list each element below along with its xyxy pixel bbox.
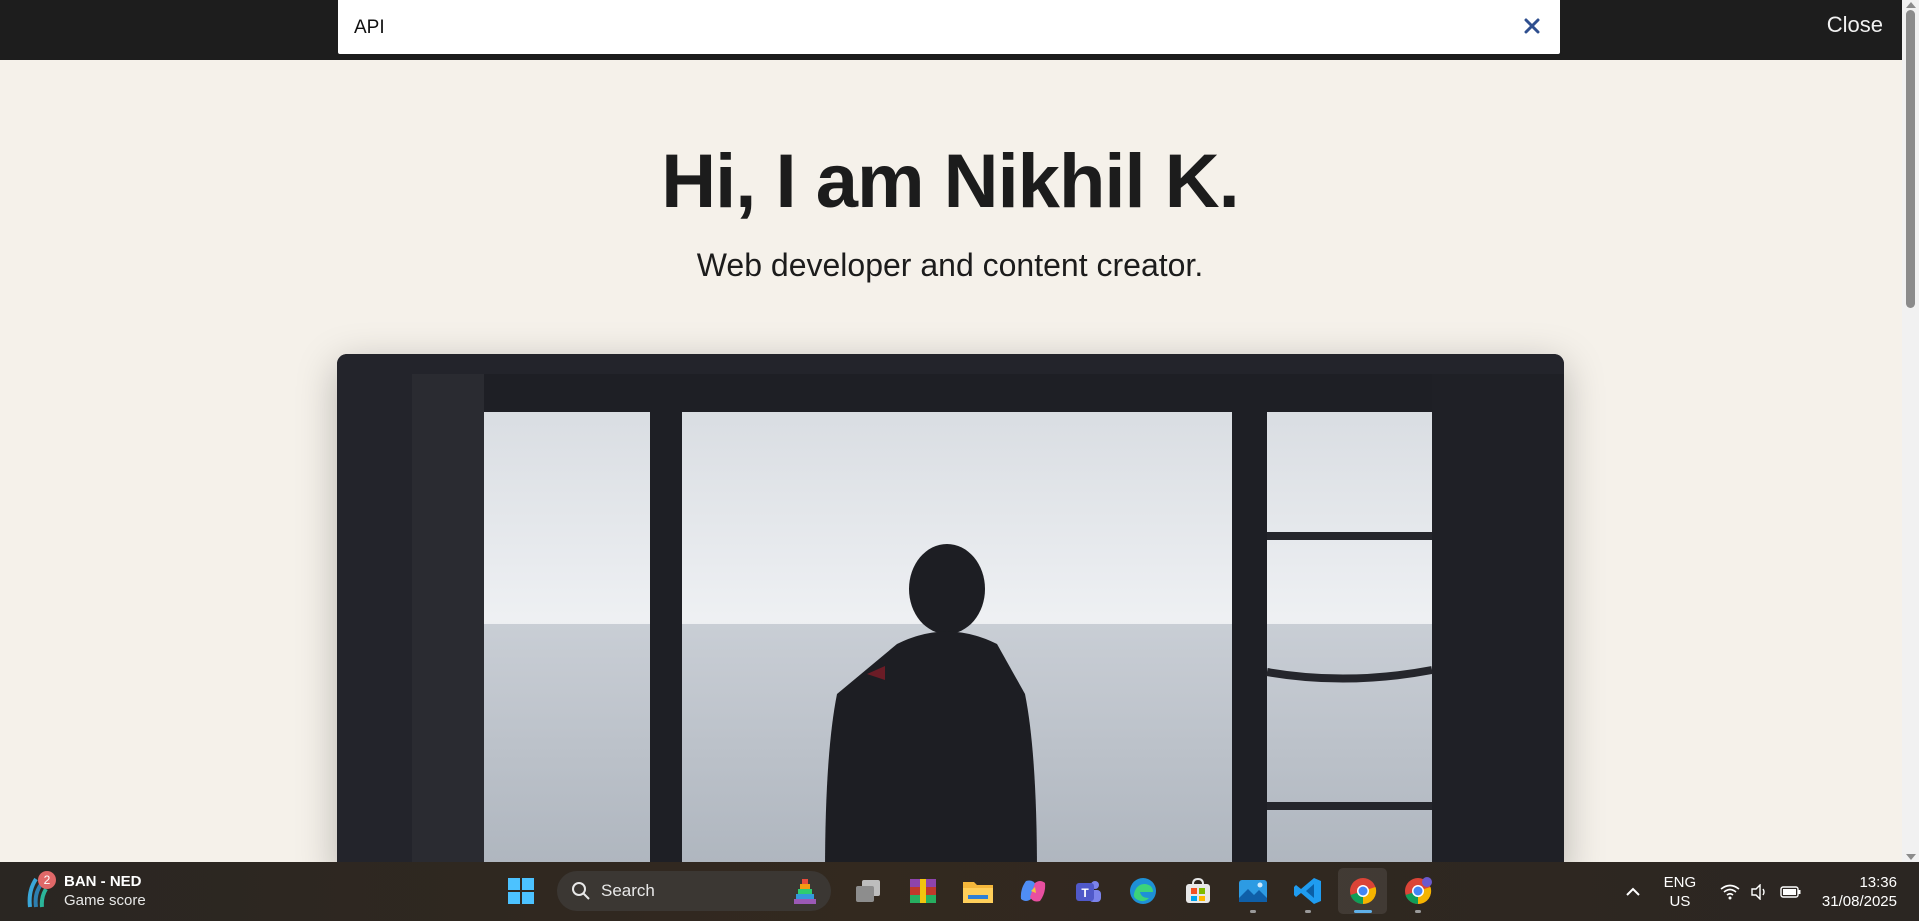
cricket-icon: 2	[24, 871, 56, 909]
hero-subtitle: Web developer and content creator.	[696, 247, 1204, 283]
vscode-button[interactable]	[1283, 868, 1332, 914]
edge-button[interactable]	[1118, 868, 1167, 914]
chrome-profile-icon	[1404, 877, 1432, 905]
show-hidden-icons-button[interactable]	[1616, 887, 1650, 897]
window-silhouette-photo	[337, 354, 1564, 874]
quick-settings-button[interactable]	[1710, 883, 1812, 900]
windows-taskbar: 2 BAN - NED Game score Search T ENG US 1…	[0, 862, 1919, 921]
lang-line1: ENG	[1663, 873, 1697, 891]
file-explorer-button[interactable]	[953, 868, 1002, 914]
copilot-button[interactable]	[1008, 868, 1057, 914]
windows-logo-icon	[507, 878, 534, 904]
taskbar-search[interactable]: Search	[557, 871, 831, 911]
search-icon	[572, 882, 590, 900]
folder-icon	[962, 882, 993, 903]
clock-date: 31/08/2025	[1821, 892, 1897, 910]
scroll-down-arrow[interactable]	[1906, 854, 1916, 860]
wifi-icon	[1720, 884, 1740, 899]
lang-line2: US	[1669, 892, 1691, 910]
close-icon	[1524, 18, 1540, 34]
volume-icon	[1751, 883, 1765, 900]
running-indicator	[1249, 910, 1256, 913]
notification-badge: 2	[38, 871, 56, 889]
chrome-button[interactable]	[1338, 868, 1387, 914]
chevron-up-icon	[1626, 887, 1640, 896]
sports-widget[interactable]: 2 BAN - NED Game score	[24, 871, 146, 910]
hero-title: Hi, I am Nikhil K.	[661, 139, 1239, 224]
close-search-button[interactable]: Close	[1827, 12, 1883, 38]
task-view-button[interactable]	[843, 868, 892, 914]
teams-button[interactable]: T	[1063, 868, 1112, 914]
search-box	[336, 0, 1562, 56]
clear-search-button[interactable]	[1518, 12, 1546, 40]
teams-icon: T	[1075, 881, 1101, 902]
search-overlay-bar: Close	[0, 0, 1919, 60]
rainbow-stack-icon	[794, 879, 816, 904]
search-input[interactable]	[352, 8, 1506, 48]
battery-icon	[1780, 885, 1801, 898]
taskbar-search-label: Search	[601, 881, 655, 900]
photos-icon	[1238, 880, 1267, 902]
start-button[interactable]	[496, 868, 545, 914]
vscode-icon	[1293, 878, 1321, 904]
microsoft-store-button[interactable]	[1173, 868, 1222, 914]
page-scrollbar[interactable]	[1902, 0, 1919, 862]
running-indicator	[1414, 910, 1421, 913]
active-indicator	[1353, 910, 1372, 913]
chrome-profile-button[interactable]	[1393, 868, 1442, 914]
scroll-thumb[interactable]	[1906, 10, 1915, 308]
copilot-icon	[1020, 880, 1045, 902]
winrar-button[interactable]	[898, 868, 947, 914]
winrar-icon	[909, 879, 936, 903]
chrome-icon	[1349, 878, 1376, 905]
scroll-up-arrow[interactable]	[1906, 2, 1916, 8]
running-indicator	[1304, 910, 1311, 913]
hero-image	[337, 354, 1564, 874]
widget-subtitle: Game score	[64, 892, 146, 909]
widget-title: BAN - NED	[64, 873, 142, 890]
input-language-button[interactable]: ENG US	[1650, 873, 1710, 911]
svg-text:T: T	[1081, 886, 1089, 900]
clock-button[interactable]: 13:36 31/08/2025	[1812, 873, 1919, 911]
system-tray: ENG US 13:36 31/08/2025	[1616, 862, 1919, 921]
photos-button[interactable]	[1228, 868, 1277, 914]
edge-icon	[1129, 878, 1156, 904]
task-view-icon	[855, 880, 880, 902]
store-icon	[1185, 877, 1210, 903]
clock-time: 13:36	[1859, 873, 1897, 891]
